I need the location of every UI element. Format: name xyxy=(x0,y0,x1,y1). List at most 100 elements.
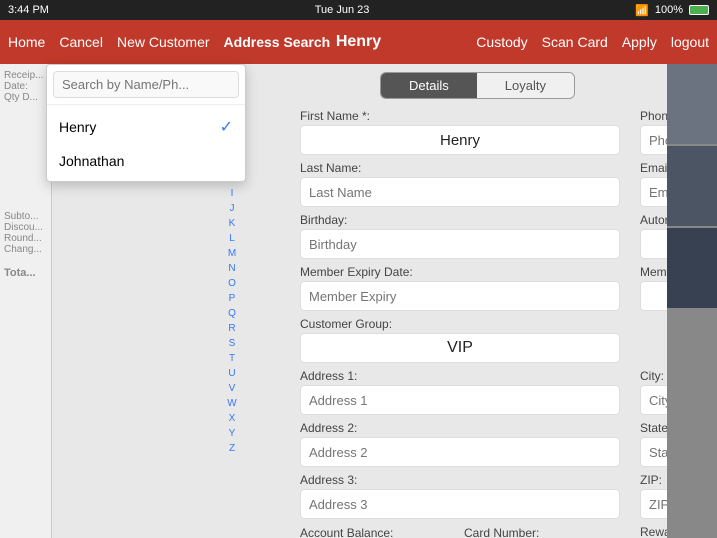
last-name-label: Last Name: xyxy=(300,161,620,175)
customer-item-henry[interactable]: Henry ✓ xyxy=(47,109,245,145)
home-button[interactable]: Home xyxy=(8,34,45,50)
customer-item-johnathan[interactable]: Johnathan xyxy=(47,145,245,177)
birthday-group: Birthday: xyxy=(300,213,620,259)
member-expiry-label: Member Expiry Date: xyxy=(300,265,620,279)
automated-discount-label: Automated Member Discount: xyxy=(640,213,667,227)
alpha-Y[interactable]: Y xyxy=(223,426,241,441)
subtotal-label: Subto... xyxy=(4,211,47,222)
member-pricing-value: None xyxy=(640,281,667,311)
alpha-N[interactable]: N xyxy=(223,261,241,276)
member-expiry-group: Member Expiry Date: xyxy=(300,265,620,311)
address2-input[interactable] xyxy=(300,437,620,467)
customer-group-value: VIP xyxy=(300,333,620,363)
logout-button[interactable]: logout xyxy=(671,34,709,50)
receipt-label: Receip... xyxy=(4,70,47,81)
discount-label: Discou... xyxy=(4,222,47,233)
status-time: 3:44 PM xyxy=(8,4,49,16)
last-name-input[interactable] xyxy=(300,177,620,207)
address1-label: Address 1: xyxy=(300,369,620,383)
customer-name-henry: Henry xyxy=(59,119,96,135)
tab-details[interactable]: Details xyxy=(381,73,477,98)
custody-button[interactable]: Custody xyxy=(476,34,527,50)
city-label: City: xyxy=(640,369,667,383)
address3-input[interactable] xyxy=(300,489,620,519)
first-name-input[interactable] xyxy=(300,125,620,155)
customer-group-group: Customer Group: VIP xyxy=(300,317,620,363)
search-input[interactable] xyxy=(53,71,239,98)
zip-input[interactable] xyxy=(640,489,667,519)
tab-loyalty[interactable]: Loyalty xyxy=(477,73,574,98)
alpha-R[interactable]: R xyxy=(223,321,241,336)
alpha-Q[interactable]: Q xyxy=(223,306,241,321)
main-layout: Receip... Date: Qty D... Subto... Discou… xyxy=(0,64,717,538)
automated-discount-value: None xyxy=(640,229,667,259)
first-name-group: First Name *: xyxy=(300,109,620,155)
card-number-label: Card Number: xyxy=(464,526,539,538)
right-image-2 xyxy=(667,146,717,226)
apply-button[interactable]: Apply xyxy=(622,34,657,50)
alpha-X[interactable]: X xyxy=(223,411,241,426)
right-panel xyxy=(667,64,717,538)
new-customer-button[interactable]: New Customer xyxy=(117,34,210,50)
address1-input[interactable] xyxy=(300,385,620,415)
alpha-J[interactable]: J xyxy=(223,201,241,216)
address1-group: Address 1: xyxy=(300,369,620,415)
customer-dropdown: Henry ✓ Johnathan xyxy=(46,64,246,182)
round-label: Round... xyxy=(4,233,47,244)
tab-bar: Details Loyalty xyxy=(300,72,655,99)
status-date: Tue Jun 23 xyxy=(315,4,370,16)
alpha-U[interactable]: U xyxy=(223,366,241,381)
address3-group: Address 3: xyxy=(300,473,620,519)
phone-group: Phone No: xyxy=(640,109,667,155)
alpha-S[interactable]: S xyxy=(223,336,241,351)
right-image-1 xyxy=(667,64,717,144)
status-bar: 3:44 PM Tue Jun 23 📶 100% xyxy=(0,0,717,20)
account-balance-label: Account Balance: xyxy=(300,526,393,538)
battery-icon xyxy=(689,5,709,15)
city-input[interactable] xyxy=(640,385,667,415)
birthday-input[interactable] xyxy=(300,229,620,259)
alpha-Z[interactable]: Z xyxy=(223,441,241,456)
date-label: Date: xyxy=(4,81,47,92)
search-box xyxy=(47,65,245,105)
email-label: Email: xyxy=(640,161,667,175)
primary-address-label: Primary Address xyxy=(640,317,667,329)
alpha-T[interactable]: T xyxy=(223,351,241,366)
total-label: Tota... xyxy=(4,267,47,279)
battery-level: 100% xyxy=(655,4,683,16)
address2-label: Address 2: xyxy=(300,421,620,435)
cancel-button[interactable]: Cancel xyxy=(59,34,103,50)
alpha-K[interactable]: K xyxy=(223,216,241,231)
alpha-L[interactable]: L xyxy=(223,231,241,246)
receipt-panel: Receip... Date: Qty D... Subto... Discou… xyxy=(0,64,52,538)
email-input[interactable] xyxy=(640,177,667,207)
automated-discount-group: Automated Member Discount: None xyxy=(640,213,667,259)
city-group: City: xyxy=(640,369,667,415)
address-search-button[interactable]: Address Search xyxy=(224,34,331,50)
scan-card-button[interactable]: Scan Card xyxy=(542,34,608,50)
member-pricing-label: Member Pricing Level: xyxy=(640,265,667,279)
email-group: Email: xyxy=(640,161,667,207)
address3-label: Address 3: xyxy=(300,473,620,487)
top-nav: Home Cancel New Customer Address Search … xyxy=(0,20,717,64)
nav-title: Henry xyxy=(336,33,381,51)
state-label: State: xyxy=(640,421,667,435)
zip-label: ZIP: xyxy=(640,473,667,487)
state-input[interactable] xyxy=(640,437,667,467)
right-image-3 xyxy=(667,228,717,308)
alpha-W[interactable]: W xyxy=(223,396,241,411)
member-expiry-input[interactable] xyxy=(300,281,620,311)
wifi-icon: 📶 xyxy=(635,4,649,17)
account-balance-card-group: Account Balance: Card Number: $ xyxy=(300,525,620,538)
alpha-V[interactable]: V xyxy=(223,381,241,396)
alpha-M[interactable]: M xyxy=(223,246,241,261)
alpha-O[interactable]: O xyxy=(223,276,241,291)
primary-address-group: Primary Address xyxy=(640,317,667,363)
qty-label: Qty D... xyxy=(4,92,47,103)
zip-group: ZIP: xyxy=(640,473,667,519)
phone-input[interactable] xyxy=(640,125,667,155)
last-name-group: Last Name: xyxy=(300,161,620,207)
alpha-P[interactable]: P xyxy=(223,291,241,306)
address2-group: Address 2: xyxy=(300,421,620,467)
alpha-I[interactable]: I xyxy=(223,186,241,201)
